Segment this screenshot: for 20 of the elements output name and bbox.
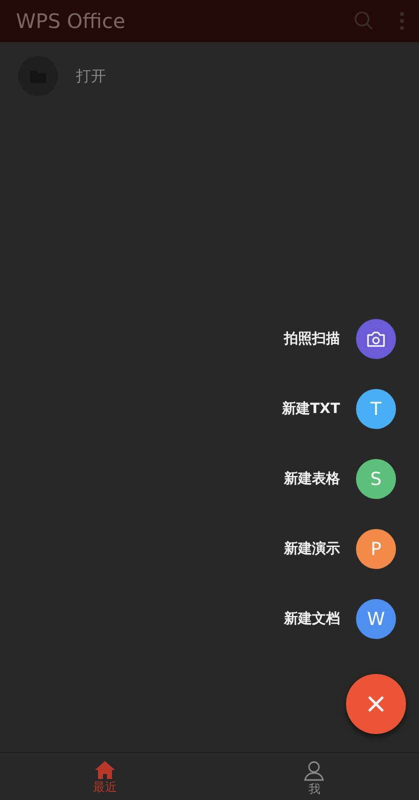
menu-label: 新建表格 — [284, 470, 340, 488]
scan-button[interactable] — [356, 319, 396, 359]
menu-label: 新建TXT — [282, 400, 340, 418]
menu-label: 拍照扫描 — [284, 330, 340, 348]
menu-label: 新建演示 — [284, 540, 340, 558]
open-item[interactable]: 打开 — [0, 42, 419, 110]
new-file-button[interactable]: T — [356, 389, 396, 429]
home-icon — [94, 761, 115, 779]
more-icon — [399, 11, 405, 31]
person-icon — [304, 761, 324, 781]
menu-label: 新建文档 — [284, 610, 340, 628]
nav-tab[interactable]: 我 — [210, 753, 419, 800]
new-file-button[interactable]: P — [356, 529, 396, 569]
app-title: WPS Office — [16, 8, 126, 35]
close-icon — [367, 695, 385, 713]
camera-icon — [366, 330, 386, 348]
new-file-button[interactable]: W — [356, 599, 396, 639]
new-file-button[interactable]: S — [356, 459, 396, 499]
nav-tab[interactable]: 最近 — [0, 753, 210, 800]
search-icon — [353, 10, 375, 32]
